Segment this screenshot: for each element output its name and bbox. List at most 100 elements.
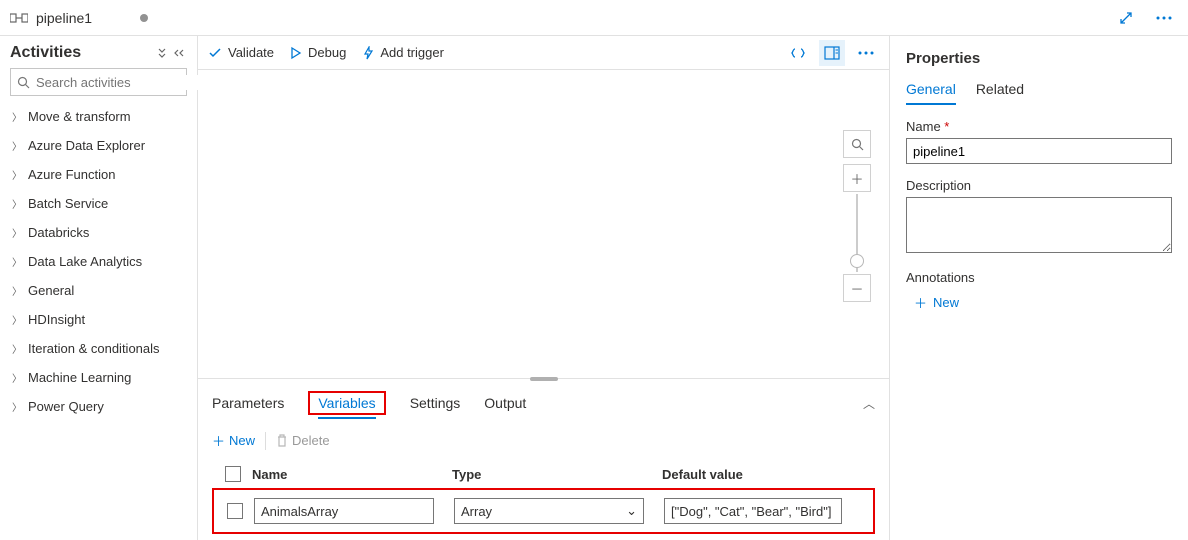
new-annotation-button[interactable]: ＋ New — [914, 293, 1172, 312]
collapse-panel-icon[interactable]: ︿ — [863, 395, 875, 412]
trash-icon — [276, 434, 288, 448]
required-indicator: * — [944, 119, 949, 134]
description-label: Description — [906, 178, 1172, 193]
tab-settings[interactable]: Settings — [410, 389, 461, 417]
canvas-area[interactable]: ＋ － — [198, 70, 889, 379]
activity-category[interactable]: 〉Azure Function — [10, 160, 187, 189]
zoom-slider[interactable] — [856, 194, 858, 272]
activity-category[interactable]: 〉 Databricks — [10, 218, 187, 247]
name-label: Name * — [906, 119, 1172, 134]
chevron-right-icon: 〉 — [12, 341, 22, 356]
zoom-thumb[interactable] — [850, 254, 864, 268]
activity-category[interactable]: 〉 Machine Learning — [10, 363, 187, 392]
more-icon[interactable] — [1150, 11, 1178, 25]
tab-output[interactable]: Output — [484, 389, 526, 417]
zoom-control: ＋ － — [843, 130, 871, 302]
title-right — [1112, 11, 1178, 25]
trigger-label: Add trigger — [380, 45, 444, 60]
activity-category[interactable]: 〉 General — [10, 276, 187, 305]
highlight-box: Variables — [308, 391, 385, 415]
chevron-right-icon: 〉 — [12, 399, 22, 414]
expand-icon[interactable] — [1112, 11, 1140, 25]
variable-row: AnimalsArray Array ⌄ ["Dog", "Cat", "Bear… — [214, 496, 873, 526]
canvas-toolbar: Validate Debug Add trigger — [198, 36, 889, 70]
activity-label: General — [28, 283, 74, 298]
debug-label: Debug — [308, 45, 346, 60]
variables-header-row: Name Type Default value — [212, 460, 875, 488]
chevron-down-icon: ⌄ — [626, 503, 637, 519]
chevron-right-icon: 〉 — [12, 225, 22, 240]
pipeline-description-input[interactable] — [906, 197, 1172, 253]
activity-category[interactable]: 〉Azure Data Explorer — [10, 131, 187, 160]
add-trigger-button[interactable]: Add trigger — [362, 45, 444, 60]
zoom-out-button[interactable]: － — [843, 274, 871, 302]
chevron-right-icon: 〉 — [12, 254, 22, 269]
annotations-label: Annotations — [906, 270, 1172, 285]
activity-category[interactable]: 〉HDInsight — [10, 305, 187, 334]
variable-type-select[interactable]: Array ⌄ — [454, 498, 644, 524]
col-name-header: Name — [252, 467, 452, 482]
new-label: New — [229, 433, 255, 448]
title-bar: pipeline1 — [0, 0, 1188, 36]
activity-category[interactable]: 〉Iteration & conditionals — [10, 334, 187, 363]
activity-list: 〉Move & transform 〉Azure Data Explorer 〉… — [10, 102, 187, 421]
activity-label: HDInsight — [28, 312, 85, 327]
properties-toggle-icon[interactable] — [819, 40, 845, 66]
main-row: Activities 〉Move & transform 〉Azure Data… — [0, 36, 1188, 540]
variable-name-input[interactable]: AnimalsArray — [254, 498, 434, 524]
activity-label: Machine Learning — [28, 370, 131, 385]
activities-panel: Activities 〉Move & transform 〉Azure Data… — [0, 36, 198, 540]
variables-table: Name Type Default value AnimalsArray Arr… — [212, 460, 875, 534]
center-column: Validate Debug Add trigger — [198, 36, 890, 540]
new-annotation-label: New — [933, 295, 959, 310]
bottom-tabs: Parameters Variables Settings Output ︿ — [212, 389, 875, 417]
activity-label: Azure Function — [28, 167, 115, 182]
validate-button[interactable]: Validate — [208, 45, 274, 60]
title-left: pipeline1 — [10, 10, 198, 26]
tab-parameters[interactable]: Parameters — [212, 389, 284, 417]
trigger-icon — [362, 46, 374, 60]
activity-label: Power Query — [28, 399, 104, 414]
type-value: Array — [461, 504, 492, 519]
delete-label: Delete — [292, 433, 330, 448]
zoom-in-button[interactable]: ＋ — [843, 164, 871, 192]
properties-tabs: General Related — [906, 81, 1172, 105]
tab-related[interactable]: Related — [976, 81, 1024, 105]
select-all-checkbox[interactable] — [214, 466, 252, 482]
validate-label: Validate — [228, 45, 274, 60]
activities-title: Activities — [10, 44, 81, 62]
pipeline-name-input[interactable] — [906, 138, 1172, 164]
activity-label: Move & transform — [28, 109, 131, 124]
canvas-search-icon[interactable] — [843, 130, 871, 158]
activity-label: Databricks — [28, 225, 89, 240]
unsaved-indicator-icon — [140, 14, 148, 22]
variable-default-input[interactable]: ["Dog", "Cat", "Bear", "Bird"] — [664, 498, 842, 524]
activity-category[interactable]: 〉Batch Service — [10, 189, 187, 218]
row-checkbox[interactable] — [216, 503, 254, 519]
collapse-icon[interactable] — [155, 48, 169, 58]
canvas-more-icon[interactable] — [853, 40, 879, 66]
hide-panel-icon[interactable] — [173, 48, 187, 58]
chevron-right-icon: 〉 — [12, 370, 22, 385]
search-activities-field[interactable] — [36, 75, 212, 90]
search-activities-input[interactable] — [10, 68, 187, 96]
activity-category[interactable]: 〉Data Lake Analytics — [10, 247, 187, 276]
activity-category[interactable]: 〉 Move & transform — [10, 102, 187, 131]
debug-button[interactable]: Debug — [290, 45, 346, 60]
activity-label: Azure Data Explorer — [28, 138, 145, 153]
tab-general[interactable]: General — [906, 81, 956, 105]
activity-category[interactable]: 〉 Power Query — [10, 392, 187, 421]
chevron-right-icon: 〉 — [12, 283, 22, 298]
col-default-header: Default value — [662, 467, 873, 482]
code-view-icon[interactable] — [785, 40, 811, 66]
check-icon — [208, 47, 222, 59]
col-type-header: Type — [452, 467, 662, 482]
chevron-right-icon: 〉 — [12, 109, 22, 124]
tab-variables[interactable]: Variables — [318, 389, 375, 419]
delete-variable-button[interactable]: Delete — [276, 433, 330, 448]
panel-resize-handle[interactable] — [530, 377, 558, 381]
activity-label: Batch Service — [28, 196, 108, 211]
new-variable-button[interactable]: ＋ New — [212, 431, 255, 450]
plus-icon: ＋ — [914, 293, 927, 312]
properties-title: Properties — [906, 50, 1172, 67]
